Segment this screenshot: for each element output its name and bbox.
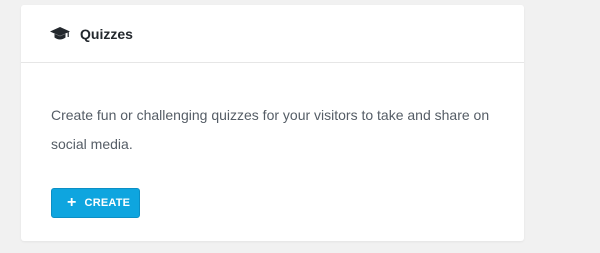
graduation-cap-icon [50,26,70,41]
create-button[interactable]: + CREATE [51,188,140,218]
card-title: Quizzes [80,25,133,42]
quizzes-card: Quizzes Create fun or challenging quizze… [21,5,524,241]
create-button-label: CREATE [84,197,131,209]
card-header: Quizzes [21,5,524,63]
plus-icon: + [67,194,77,211]
card-body: Create fun or challenging quizzes for yo… [21,63,524,218]
card-description: Create fun or challenging quizzes for yo… [51,107,490,152]
